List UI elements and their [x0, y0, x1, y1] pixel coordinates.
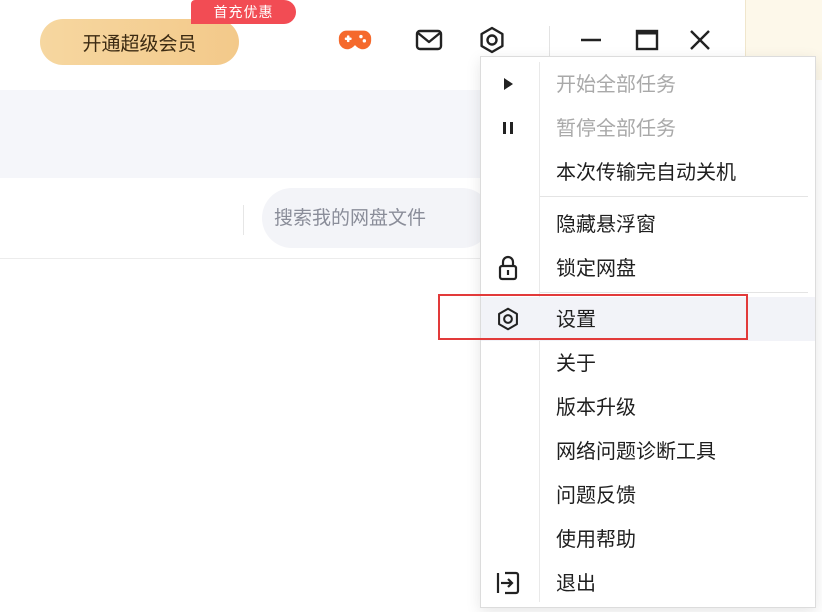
menu-item-label: 网络问题诊断工具 [556, 439, 716, 463]
menu-item-label: 开始全部任务 [556, 72, 676, 96]
menu-item-label: 退出 [556, 571, 596, 595]
menu-item-network-diagnosis[interactable]: 网络问题诊断工具 [481, 429, 815, 473]
menu-item-label: 版本升级 [556, 395, 636, 419]
menu-item-exit[interactable]: 退出 [481, 561, 815, 605]
pause-icon [493, 106, 523, 150]
menu-item-label: 问题反馈 [556, 483, 636, 507]
close-icon[interactable] [683, 24, 717, 56]
content-divider [0, 258, 480, 259]
menu-item-auto-shutdown[interactable]: 本次传输完自动关机 [481, 150, 815, 194]
menu-item-help[interactable]: 使用帮助 [481, 517, 815, 561]
content-header-band [0, 90, 480, 178]
lock-icon [493, 246, 523, 290]
menu-item-label: 锁定网盘 [556, 256, 636, 280]
search-input[interactable] [262, 188, 492, 248]
play-icon [493, 62, 523, 106]
menu-item-label: 使用帮助 [556, 527, 636, 551]
maximize-icon[interactable] [630, 24, 664, 56]
first-recharge-badge: 首充优惠 [191, 0, 296, 24]
menu-item-label: 设置 [556, 307, 596, 331]
menu-separator [540, 292, 808, 293]
gamepad-icon[interactable] [338, 24, 372, 56]
minimize-icon[interactable] [574, 24, 608, 56]
menu-item-start-all-tasks[interactable]: 开始全部任务 [481, 62, 815, 106]
menu-item-pause-all-tasks[interactable]: 暂停全部任务 [481, 106, 815, 150]
menu-item-lock-drive[interactable]: 锁定网盘 [481, 246, 815, 290]
menu-separator [540, 196, 808, 197]
menu-item-label: 关于 [556, 351, 596, 375]
menu-item-hide-floating-window[interactable]: 隐藏悬浮窗 [481, 202, 815, 246]
vip-upgrade-button[interactable]: 开通超级会员 [40, 19, 239, 65]
menu-item-version-upgrade[interactable]: 版本升级 [481, 385, 815, 429]
menu-item-settings[interactable]: 设置 [481, 297, 815, 341]
menu-item-label: 暂停全部任务 [556, 116, 676, 140]
exit-icon [493, 561, 523, 605]
mail-icon[interactable] [412, 24, 446, 56]
settings-icon [493, 297, 523, 341]
menu-item-label: 本次传输完自动关机 [556, 160, 736, 184]
settings-icon[interactable] [475, 24, 509, 56]
toolbar-divider [549, 26, 550, 56]
menu-item-label: 隐藏悬浮窗 [556, 212, 656, 236]
search-divider [243, 205, 244, 235]
menu-item-feedback[interactable]: 问题反馈 [481, 473, 815, 517]
menu-item-about[interactable]: 关于 [481, 341, 815, 385]
